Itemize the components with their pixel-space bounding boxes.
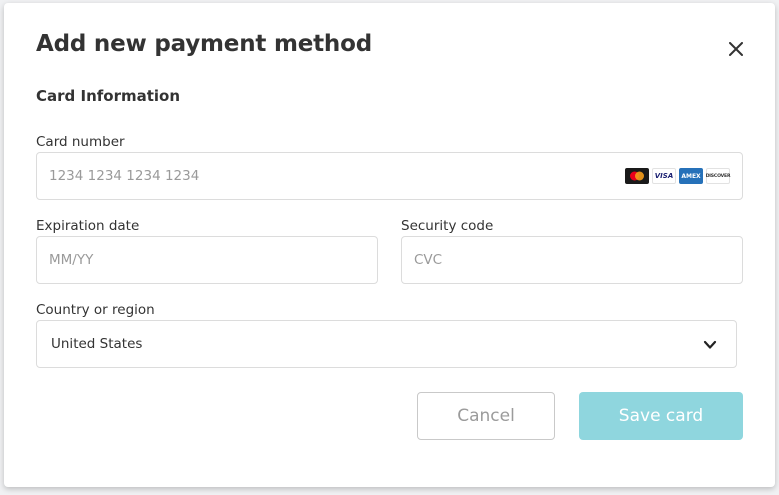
expiration-input[interactable]: MM/YY xyxy=(36,236,378,284)
section-heading: Card Information xyxy=(36,87,181,105)
card-number-input[interactable]: 1234 1234 1234 1234 VISA AMEX DISCOVER xyxy=(36,152,743,200)
card-number-placeholder: 1234 1234 1234 1234 xyxy=(49,168,200,184)
card-brand-icons: VISA AMEX DISCOVER xyxy=(625,168,731,184)
country-value: United States xyxy=(51,336,143,352)
mastercard-icon xyxy=(625,168,649,184)
close-button[interactable] xyxy=(724,37,748,61)
card-number-label: Card number xyxy=(36,134,125,150)
save-card-button[interactable]: Save card xyxy=(579,392,743,440)
security-code-label: Security code xyxy=(401,218,494,234)
discover-icon: DISCOVER xyxy=(706,168,731,184)
close-icon xyxy=(729,42,743,56)
dialog-title: Add new payment method xyxy=(36,31,372,57)
country-label: Country or region xyxy=(36,302,155,318)
visa-icon: VISA xyxy=(652,168,676,184)
cancel-button[interactable]: Cancel xyxy=(417,392,555,440)
amex-icon: AMEX xyxy=(679,168,703,184)
security-code-placeholder: CVC xyxy=(414,252,443,268)
chevron-down-icon xyxy=(703,340,717,349)
expiration-placeholder: MM/YY xyxy=(49,252,94,268)
payment-dialog: Add new payment method Card Information … xyxy=(4,3,775,487)
security-code-input[interactable]: CVC xyxy=(401,236,743,284)
country-select[interactable]: United States xyxy=(36,320,737,368)
expiration-label: Expiration date xyxy=(36,218,140,234)
